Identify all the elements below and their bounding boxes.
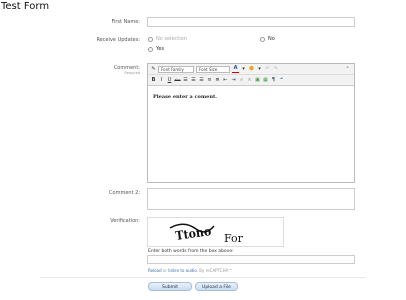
undo-icon[interactable]: ↶ <box>264 66 271 73</box>
edit-icon[interactable]: ✎ <box>150 66 157 73</box>
radio-icon <box>148 36 153 42</box>
comment2-label: Comment 2: <box>109 190 140 196</box>
table-icon[interactable]: ▦ <box>262 77 269 84</box>
captcha-by-text: . By reCAPTCHA™ <box>196 268 233 273</box>
updates-label: Receive Updates: <box>96 37 140 43</box>
bold-icon[interactable]: B <box>150 77 157 84</box>
chevron-down-icon[interactable]: ▾ <box>240 66 247 73</box>
align-center-icon[interactable]: ☰ <box>190 77 197 84</box>
emoticon-icon[interactable]: ☻ <box>248 66 255 73</box>
first-name-input[interactable] <box>147 17 355 27</box>
comment2-textarea[interactable] <box>147 188 355 210</box>
align-left-icon[interactable]: ☰ <box>182 77 189 84</box>
rich-text-editor[interactable]: ✎ Font Family Font Size A ▾ ☻ ▾ ↶ ↷ ᴬ B … <box>147 63 355 183</box>
remove-format-icon[interactable]: ᴬ <box>344 66 351 73</box>
underline-icon[interactable]: U <box>166 77 173 84</box>
first-name-label: First Name: <box>111 19 140 25</box>
indent-icon[interactable]: ⇥ <box>230 77 237 84</box>
radio-icon <box>260 36 265 42</box>
italic-icon[interactable]: I <box>158 77 165 84</box>
redo-icon[interactable]: ↷ <box>272 66 279 73</box>
numbered-list-icon[interactable]: ≣ <box>214 77 221 84</box>
captcha-distorted-words: Ttono For <box>169 223 244 245</box>
updates-no-selection-radio[interactable]: No selection <box>148 36 187 42</box>
verification-label: Verification: <box>110 218 140 224</box>
captcha-audio-link[interactable]: listen to audio <box>168 268 196 273</box>
font-family-select[interactable]: Font Family <box>158 65 194 73</box>
captcha-instructions: Enter both words from the box above: <box>148 249 234 254</box>
chevron-down-icon[interactable]: ▾ <box>256 66 263 73</box>
updates-no-label: No <box>268 36 275 42</box>
font-size-select[interactable]: Font Size <box>196 65 230 73</box>
quote-icon[interactable]: ❝ <box>278 77 285 84</box>
bullet-list-icon[interactable]: ≡ <box>206 77 213 84</box>
font-family-value: Font Family <box>161 66 184 72</box>
updates-no-selection-label: No selection <box>156 36 187 42</box>
page-title: Test Form <box>1 1 50 12</box>
link-icon[interactable]: ∞ <box>238 77 245 84</box>
upload-file-button[interactable]: Upload a File <box>195 282 238 291</box>
editor-toolbar-row-2: B I U abc ☰ ☰ ☰ ≡ ≣ ⇤ ⇥ ∞ ⨯ ▣ ▦ ¶ ❝ <box>148 75 354 86</box>
font-size-value: Font Size <box>199 66 218 72</box>
updates-no-radio[interactable]: No <box>260 36 275 42</box>
captcha-word-2: For <box>224 232 244 245</box>
captcha-links: Reload or listen to audio. By reCAPTCHA™ <box>148 268 232 273</box>
radio-icon <box>148 46 153 52</box>
submit-button[interactable]: Submit <box>148 282 192 291</box>
captcha-image: Ttono For <box>147 217 284 247</box>
comment-editor-content[interactable]: Please enter a coment. <box>153 94 217 100</box>
editor-toolbar-row-1: ✎ Font Family Font Size A ▾ ☻ ▾ ↶ ↷ ᴬ <box>148 64 354 75</box>
image-icon[interactable]: ▣ <box>254 77 261 84</box>
updates-yes-label: Yes <box>156 46 165 52</box>
strikethrough-icon[interactable]: abc <box>174 77 181 84</box>
captcha-reload-link[interactable]: Reload <box>148 268 162 273</box>
align-right-icon[interactable]: ☰ <box>198 77 205 84</box>
form-divider <box>40 277 365 278</box>
updates-yes-radio[interactable]: Yes <box>148 46 164 52</box>
captcha-response-input[interactable] <box>147 255 355 264</box>
unlink-icon[interactable]: ⨯ <box>246 77 253 84</box>
code-icon[interactable]: ¶ <box>270 77 277 84</box>
comment-required-note: Required <box>124 71 140 75</box>
text-color-icon[interactable]: A <box>232 65 239 73</box>
outdent-icon[interactable]: ⇤ <box>222 77 229 84</box>
